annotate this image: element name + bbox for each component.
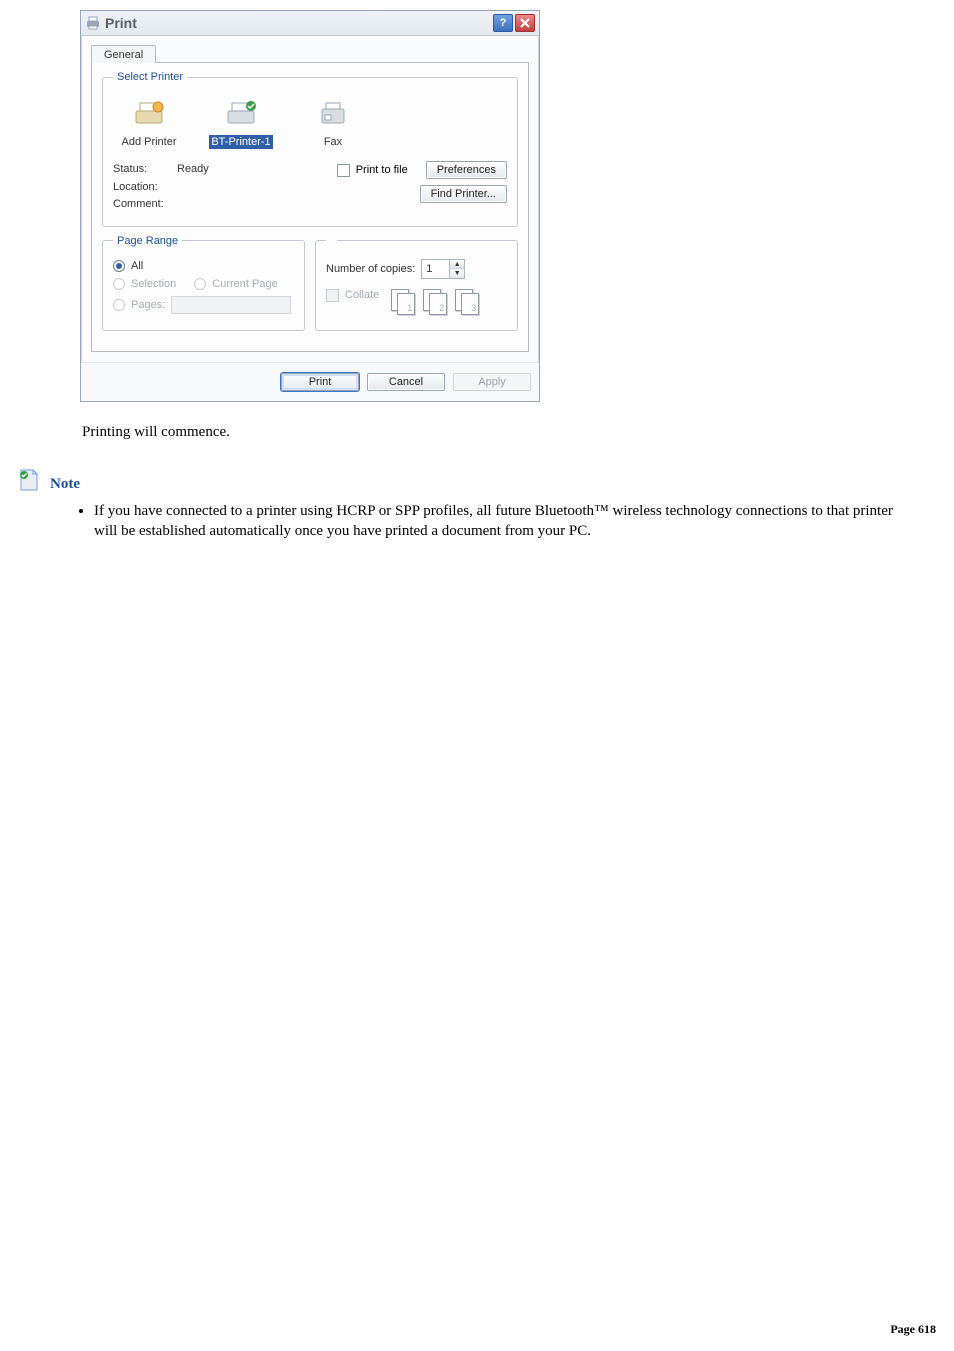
note-list: If you have connected to a printer using… (68, 501, 938, 542)
body-line-1: Printing will commence. (82, 424, 944, 441)
printer-status-block: Status: Ready Location: Comment: (113, 161, 209, 214)
close-button[interactable] (515, 14, 535, 32)
printer-listview[interactable]: Add Printer BT-Printer-1 (113, 93, 507, 157)
copies-label: Number of copies: (326, 263, 415, 275)
printer-label: Fax (322, 135, 344, 149)
preferences-button[interactable]: Preferences (426, 161, 507, 179)
help-button[interactable]: ? (493, 14, 513, 32)
printer-label: Add Printer (119, 135, 178, 149)
range-current-page-label: Current Page (212, 278, 277, 290)
print-button[interactable]: Print (281, 373, 359, 391)
select-printer-legend: Select Printer (113, 71, 187, 83)
pages-input (171, 296, 291, 314)
range-selection-option: Selection (113, 278, 176, 290)
radio-selection (113, 278, 125, 290)
note-bullet-1: If you have connected to a printer using… (94, 501, 918, 542)
printer-icon (224, 99, 258, 131)
copies-group: . Number of copies: 1 ▲ ▼ (315, 235, 518, 331)
range-pages-label: Pages: (131, 299, 165, 311)
location-label: Location: (113, 179, 171, 197)
print-icon (85, 15, 101, 31)
printer-add-printer[interactable]: Add Printer (115, 99, 183, 149)
page-range-legend: Page Range (113, 235, 182, 247)
page-number: Page 618 (890, 1322, 936, 1337)
printer-fax[interactable]: Fax (299, 99, 367, 149)
tab-general-panel: Select Printer Add Printer (91, 62, 529, 352)
dialog-body: General Select Printer Add Printer (81, 36, 539, 362)
collate-checkbox (326, 289, 339, 302)
page-range-group: Page Range All Selection (102, 235, 305, 331)
note-heading: Note (16, 467, 944, 493)
copies-spinner[interactable]: 1 ▲ ▼ (421, 259, 465, 279)
collate-icon: 11 22 33 (391, 289, 481, 315)
find-printer-button[interactable]: Find Printer... (420, 185, 507, 203)
radio-pages (113, 299, 125, 311)
dialog-button-row: Print Cancel Apply (81, 362, 539, 401)
copies-value[interactable]: 1 (421, 259, 449, 279)
note-icon (16, 467, 42, 493)
note-label: Note (50, 476, 80, 493)
printer-label: BT-Printer-1 (209, 135, 272, 149)
add-printer-icon (132, 99, 166, 131)
range-all-label: All (131, 260, 143, 272)
dialog-title: Print (105, 15, 491, 31)
copies-up-button[interactable]: ▲ (450, 260, 464, 270)
status-value: Ready (177, 161, 209, 179)
range-pages-option: Pages: (113, 296, 294, 314)
radio-all[interactable] (113, 260, 125, 272)
print-to-file-label: Print to file (356, 164, 408, 176)
range-all-option[interactable]: All (113, 260, 294, 272)
range-current-page-option: Current Page (194, 278, 277, 290)
collate-label: Collate (345, 289, 379, 301)
range-selection-label: Selection (131, 278, 176, 290)
print-dialog: Print ? General Select Printer (80, 10, 540, 402)
fax-icon (316, 99, 350, 131)
select-printer-group: Select Printer Add Printer (102, 71, 518, 227)
copies-down-button[interactable]: ▼ (450, 269, 464, 278)
printer-bt-printer-1[interactable]: BT-Printer-1 (207, 99, 275, 149)
print-to-file-checkbox[interactable] (337, 164, 350, 177)
apply-button: Apply (453, 373, 531, 391)
tab-general[interactable]: General (91, 45, 156, 63)
status-label: Status: (113, 161, 171, 179)
comment-label: Comment: (113, 196, 171, 214)
radio-current-page (194, 278, 206, 290)
cancel-button[interactable]: Cancel (367, 373, 445, 391)
dialog-titlebar: Print ? (81, 11, 539, 36)
